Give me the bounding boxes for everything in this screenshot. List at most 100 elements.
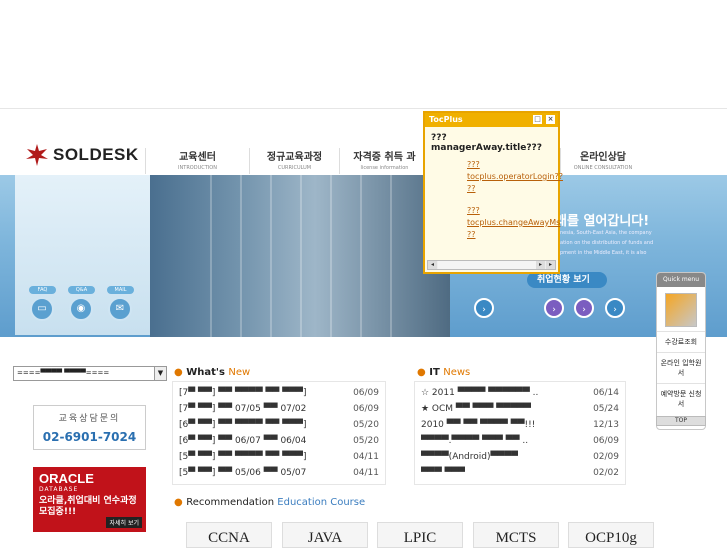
- nav-sublabel: INTRODUCTION: [178, 165, 217, 171]
- list-item[interactable]: [6▀ ▀▀] ▀▀ 06/07 ▀▀ 06/04 05/20: [173, 433, 385, 449]
- quick-menu-image: [665, 293, 697, 327]
- item-date: 06/09: [593, 436, 619, 446]
- popup-title: TocPlus: [429, 115, 463, 124]
- recommendation-title: ● Recommendation Education Course: [174, 497, 365, 508]
- recommendation-title-b: Education Course: [277, 497, 366, 508]
- scroll-end-icon[interactable]: ▸: [546, 261, 555, 269]
- hero-arrow-1[interactable]: ›: [474, 298, 494, 318]
- item-text: [5▀ ▀▀] ▀▀ 05/06 ▀▀ 05/07: [179, 468, 307, 478]
- list-item[interactable]: ▀▀▀▀.▀▀▀▀ ▀▀▀ ▀▀ .. 06/09: [415, 433, 625, 449]
- scroll-left-icon[interactable]: ◂: [428, 261, 437, 269]
- list-item[interactable]: [7▀ ▀▀] ▀▀ 07/05 ▀▀ 07/02 06/09: [173, 401, 385, 417]
- arrow-right-icon: ›: [613, 305, 617, 315]
- nav-label: 교육센터: [179, 152, 216, 163]
- select-value: ====▀▀▀▀ ▀▀▀▀====: [17, 369, 110, 377]
- chevron-down-icon[interactable]: ▼: [154, 367, 166, 380]
- building-image: [150, 175, 450, 337]
- list-item[interactable]: 2010 ▀▀ ▀▀ ▀▀▀▀ ▀▀!!! 12/13: [415, 417, 625, 433]
- horizontal-scrollbar[interactable]: ◂ ▸ ▸: [427, 260, 556, 270]
- soldesk-logo[interactable]: SOLDESK: [25, 140, 145, 170]
- top-button[interactable]: TOP: [656, 416, 706, 426]
- oracle-logo-text: ORACLE: [39, 471, 94, 486]
- hero-text-2: ation on the distribution of funds and: [560, 240, 654, 246]
- nav-license[interactable]: 자격증 취득 과 license information: [339, 148, 429, 174]
- counsel-box[interactable]: 교육상담문의 02-6901-7024: [33, 405, 146, 450]
- list-item[interactable]: ★ OCM ▀▀ ▀▀▀ ▀▀▀▀▀ 05/24: [415, 401, 625, 417]
- hero-arrow-4[interactable]: ›: [605, 298, 625, 318]
- whats-new-title: ● What's New: [174, 367, 250, 378]
- minimize-button[interactable]: □: [533, 115, 542, 124]
- list-item[interactable]: ▀▀▀ ▀▀▀ 02/02: [415, 465, 625, 481]
- bullet-icon: ●: [417, 367, 426, 378]
- popup-heading: ???managerAway.title???: [431, 133, 542, 153]
- whats-new-list: [7▀ ▀▀] ▀▀ ▀▀▀▀ ▀▀ ▀▀▀] 06/09 [7▀ ▀▀] ▀▀ …: [172, 381, 386, 485]
- quick-menu-title: Quick menu: [657, 273, 705, 287]
- it-news-title-a: IT: [429, 367, 444, 378]
- faq-button[interactable]: ▭: [30, 297, 54, 321]
- nav-sublabel: license information: [360, 165, 409, 171]
- qa-button[interactable]: ◉: [69, 297, 93, 321]
- quick-menu: Quick menu 수강료조회 온라인 입학원서 예약방문 신청서: [656, 272, 706, 430]
- nav-introduction[interactable]: 교육센터 INTRODUCTION: [145, 148, 249, 174]
- item-text: [7▀ ▀▀] ▀▀ 07/05 ▀▀ 07/02: [179, 404, 307, 414]
- quick-item-application[interactable]: 온라인 입학원서: [657, 352, 705, 383]
- list-item[interactable]: [5▀ ▀▀] ▀▀ ▀▀▀▀ ▀▀ ▀▀▀] 04/11: [173, 449, 385, 465]
- course-ccna[interactable]: CCNA: [186, 522, 272, 548]
- list-item[interactable]: [5▀ ▀▀] ▀▀ 05/06 ▀▀ 05/07 04/11: [173, 465, 385, 481]
- item-date: 04/11: [353, 452, 379, 462]
- hero-arrow-2[interactable]: ›: [544, 298, 564, 318]
- oracle-sub-text: DATABASE: [39, 486, 79, 493]
- list-item[interactable]: ☆ 2011 ▀▀▀▀ ▀▀▀▀▀▀ .. 06/14: [415, 385, 625, 401]
- oracle-promo-1: 오라클,취업대비 연수과정: [39, 496, 137, 506]
- course-ocp10g[interactable]: OCP10g: [568, 522, 654, 548]
- item-text: ★ OCM ▀▀ ▀▀▀ ▀▀▀▀▀: [421, 404, 531, 414]
- item-date: 06/09: [353, 404, 379, 414]
- qa-label: Q&A: [68, 286, 95, 294]
- arrow-right-icon: ›: [552, 305, 556, 315]
- nav-online-consultation[interactable]: 온라인상담 ONLINE CONSULTATION: [560, 148, 645, 174]
- arrow-right-icon: ›: [582, 305, 586, 315]
- hero-text-3: pment in the Middle East, it is also: [560, 250, 647, 256]
- operator-login-link[interactable]: ??? tocplus.operatorLogin?? ??: [467, 159, 563, 195]
- list-item[interactable]: [7▀ ▀▀] ▀▀ ▀▀▀▀ ▀▀ ▀▀▀] 06/09: [173, 385, 385, 401]
- item-text: ☆ 2011 ▀▀▀▀ ▀▀▀▀▀▀ ..: [421, 388, 539, 398]
- item-date: 04/11: [353, 468, 379, 478]
- popup-titlebar[interactable]: TocPlus □ ×: [425, 113, 558, 127]
- list-item: ??? tocplus.changeAwayMs ??: [425, 205, 560, 241]
- close-button[interactable]: ×: [546, 115, 555, 124]
- item-text: 2010 ▀▀ ▀▀ ▀▀▀▀ ▀▀!!!: [421, 420, 536, 430]
- item-text: ▀▀▀▀.▀▀▀▀ ▀▀▀ ▀▀ ..: [421, 436, 529, 446]
- item-text: [6▀ ▀▀] ▀▀ ▀▀▀▀ ▀▀ ▀▀▀]: [179, 420, 307, 430]
- hero-arrow-3[interactable]: ›: [574, 298, 594, 318]
- more-button[interactable]: 자세히 보기: [106, 517, 142, 528]
- item-date: 06/09: [353, 388, 379, 398]
- course-select[interactable]: ====▀▀▀▀ ▀▀▀▀==== ▼: [13, 366, 167, 381]
- employment-status-button[interactable]: 취업현황 보기: [527, 272, 607, 288]
- change-away-link[interactable]: ??? tocplus.changeAwayMs ??: [467, 205, 560, 241]
- quick-item-visit[interactable]: 예약방문 신청서: [657, 383, 705, 414]
- quick-item-tuition[interactable]: 수강료조회: [657, 331, 705, 352]
- counsel-title: 교육상담문의: [58, 414, 121, 424]
- oracle-banner[interactable]: ORACLE DATABASE 오라클,취업대비 연수과정 모집중!!! 자세히…: [33, 467, 146, 532]
- list-item: ??? tocplus.operatorLogin?? ??: [425, 159, 563, 195]
- scroll-thumb[interactable]: [438, 261, 538, 269]
- item-date: 12/13: [593, 420, 619, 430]
- monitor-icon: ▭: [37, 303, 47, 314]
- it-news-title-b: News: [443, 367, 471, 378]
- nav-label: 온라인상담: [580, 152, 626, 163]
- course-lpic[interactable]: LPIC: [377, 522, 463, 548]
- mail-label: MAIL: [107, 286, 134, 294]
- list-item[interactable]: [6▀ ▀▀] ▀▀ ▀▀▀▀ ▀▀ ▀▀▀] 05/20: [173, 417, 385, 433]
- course-java[interactable]: JAVA: [282, 522, 368, 548]
- item-text: ▀▀▀ ▀▀▀: [421, 468, 466, 478]
- course-mcts[interactable]: MCTS: [473, 522, 559, 548]
- mail-button[interactable]: ✉: [108, 297, 132, 321]
- leaf-icon: [26, 144, 48, 166]
- nav-curriculum[interactable]: 정규교육과정 CURRICULUM: [249, 148, 339, 174]
- bullet-icon: ●: [174, 367, 183, 378]
- scroll-right-icon[interactable]: ▸: [536, 261, 545, 269]
- list-item[interactable]: ▀▀▀▀(Android)▀▀▀▀ 02/09: [415, 449, 625, 465]
- it-news-list: ☆ 2011 ▀▀▀▀ ▀▀▀▀▀▀ .. 06/14 ★ OCM ▀▀ ▀▀▀ …: [414, 381, 626, 485]
- tocplus-popup: TocPlus □ × ???managerAway.title??? ??? …: [423, 111, 563, 274]
- it-news-title: ● IT News: [417, 367, 470, 378]
